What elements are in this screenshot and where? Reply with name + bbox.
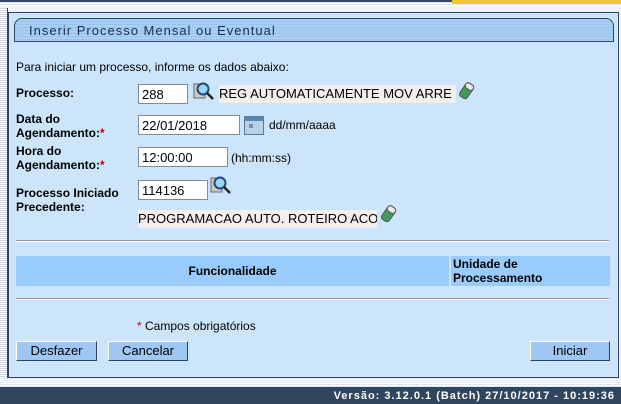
- processo-input[interactable]: 288: [138, 84, 188, 104]
- eraser-icon[interactable]: [458, 81, 476, 104]
- column-header-unidade: Unidade de Processamento: [451, 256, 610, 286]
- bottom-strip: [0, 378, 621, 387]
- left-frame: [0, 8, 8, 380]
- precedente-description: PROGRAMACAO AUTO. ROTEIRO ACOMPANHAMENTO: [138, 210, 377, 228]
- column-header-funcionalidade: Funcionalidade: [16, 256, 449, 286]
- eraser-icon[interactable]: [380, 204, 398, 227]
- cancel-button[interactable]: Cancelar: [108, 341, 188, 361]
- start-button[interactable]: Iniciar: [530, 341, 610, 361]
- calendar-icon[interactable]: [244, 116, 264, 138]
- hora-hint: (hh:mm:ss): [231, 151, 291, 165]
- magnifier-icon[interactable]: [193, 81, 215, 104]
- data-input[interactable]: 22/01/2018: [138, 115, 240, 135]
- hora-label: Hora do Agendamento:*: [16, 144, 105, 172]
- processo-label: Processo:: [16, 86, 75, 100]
- data-label: Data do Agendamento:*: [16, 112, 105, 140]
- data-hint: dd/mm/aaaa: [269, 118, 336, 132]
- magnifier-icon[interactable]: [210, 175, 232, 198]
- hora-input[interactable]: 12:00:00: [138, 147, 228, 167]
- undo-button[interactable]: Desfazer: [16, 341, 97, 361]
- page-title: Inserir Processo Mensal ou Eventual: [14, 18, 614, 42]
- divider: [16, 240, 609, 242]
- processo-description: REG AUTOMATICAMENTE MOV ARRE: [219, 85, 456, 103]
- precedente-label: Processo Iniciado Precedente:: [16, 186, 119, 214]
- version-footer: Versão: 3.12.0.1 (Batch) 27/10/2017 - 10…: [0, 387, 621, 404]
- divider: [16, 298, 609, 300]
- intro-text: Para iniciar um processo, informe os dad…: [16, 60, 289, 74]
- top-accent: [452, 0, 621, 4]
- precedente-input[interactable]: 114136: [138, 180, 208, 200]
- required-note: * Campos obrigatórios: [137, 319, 256, 333]
